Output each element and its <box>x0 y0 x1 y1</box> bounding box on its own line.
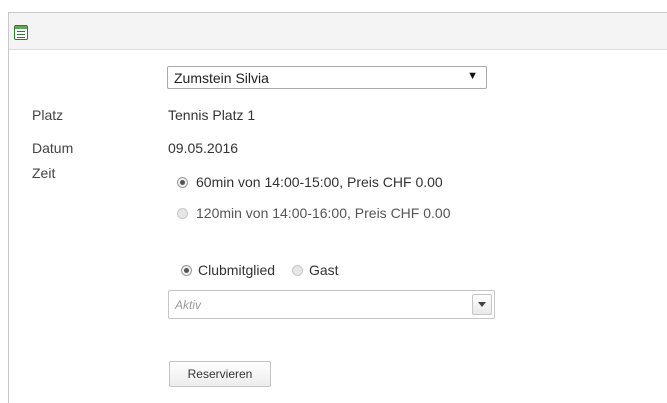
datum-value: 09.05.2016 <box>168 140 239 156</box>
zeit-option-120min-label: 120min von 14:00-16:00, Preis CHF 0.00 <box>196 205 451 221</box>
combobox-dropdown-button[interactable] <box>472 294 492 315</box>
zeit-option-60min-label[interactable]: 60min von 14:00-15:00, Preis CHF 0.00 <box>196 174 443 190</box>
clubmitglied-label[interactable]: Clubmitglied <box>198 262 275 278</box>
gast-radio[interactable] <box>292 265 303 276</box>
zeit-option-120min-radio <box>177 208 188 219</box>
datum-label: Datum <box>32 140 74 156</box>
member-select-value: Zumstein Silvia <box>174 70 269 86</box>
zeit-option-60min-radio[interactable] <box>177 177 188 188</box>
platz-label: Platz <box>32 107 64 123</box>
member-select[interactable]: Zumstein Silvia ▼ <box>167 66 487 89</box>
panel-header <box>9 13 667 50</box>
clubmitglied-radio[interactable] <box>181 265 192 276</box>
zeit-label: Zeit <box>32 165 56 181</box>
form-icon <box>14 25 28 40</box>
chevron-down-icon: ▼ <box>467 70 478 82</box>
status-combobox[interactable]: Aktiv <box>168 290 495 319</box>
status-combobox-placeholder: Aktiv <box>175 298 202 312</box>
gast-label[interactable]: Gast <box>309 262 339 278</box>
chevron-down-icon <box>478 302 486 307</box>
platz-value: Tennis Platz 1 <box>168 107 256 123</box>
reserve-button[interactable]: Reservieren <box>169 361 271 387</box>
